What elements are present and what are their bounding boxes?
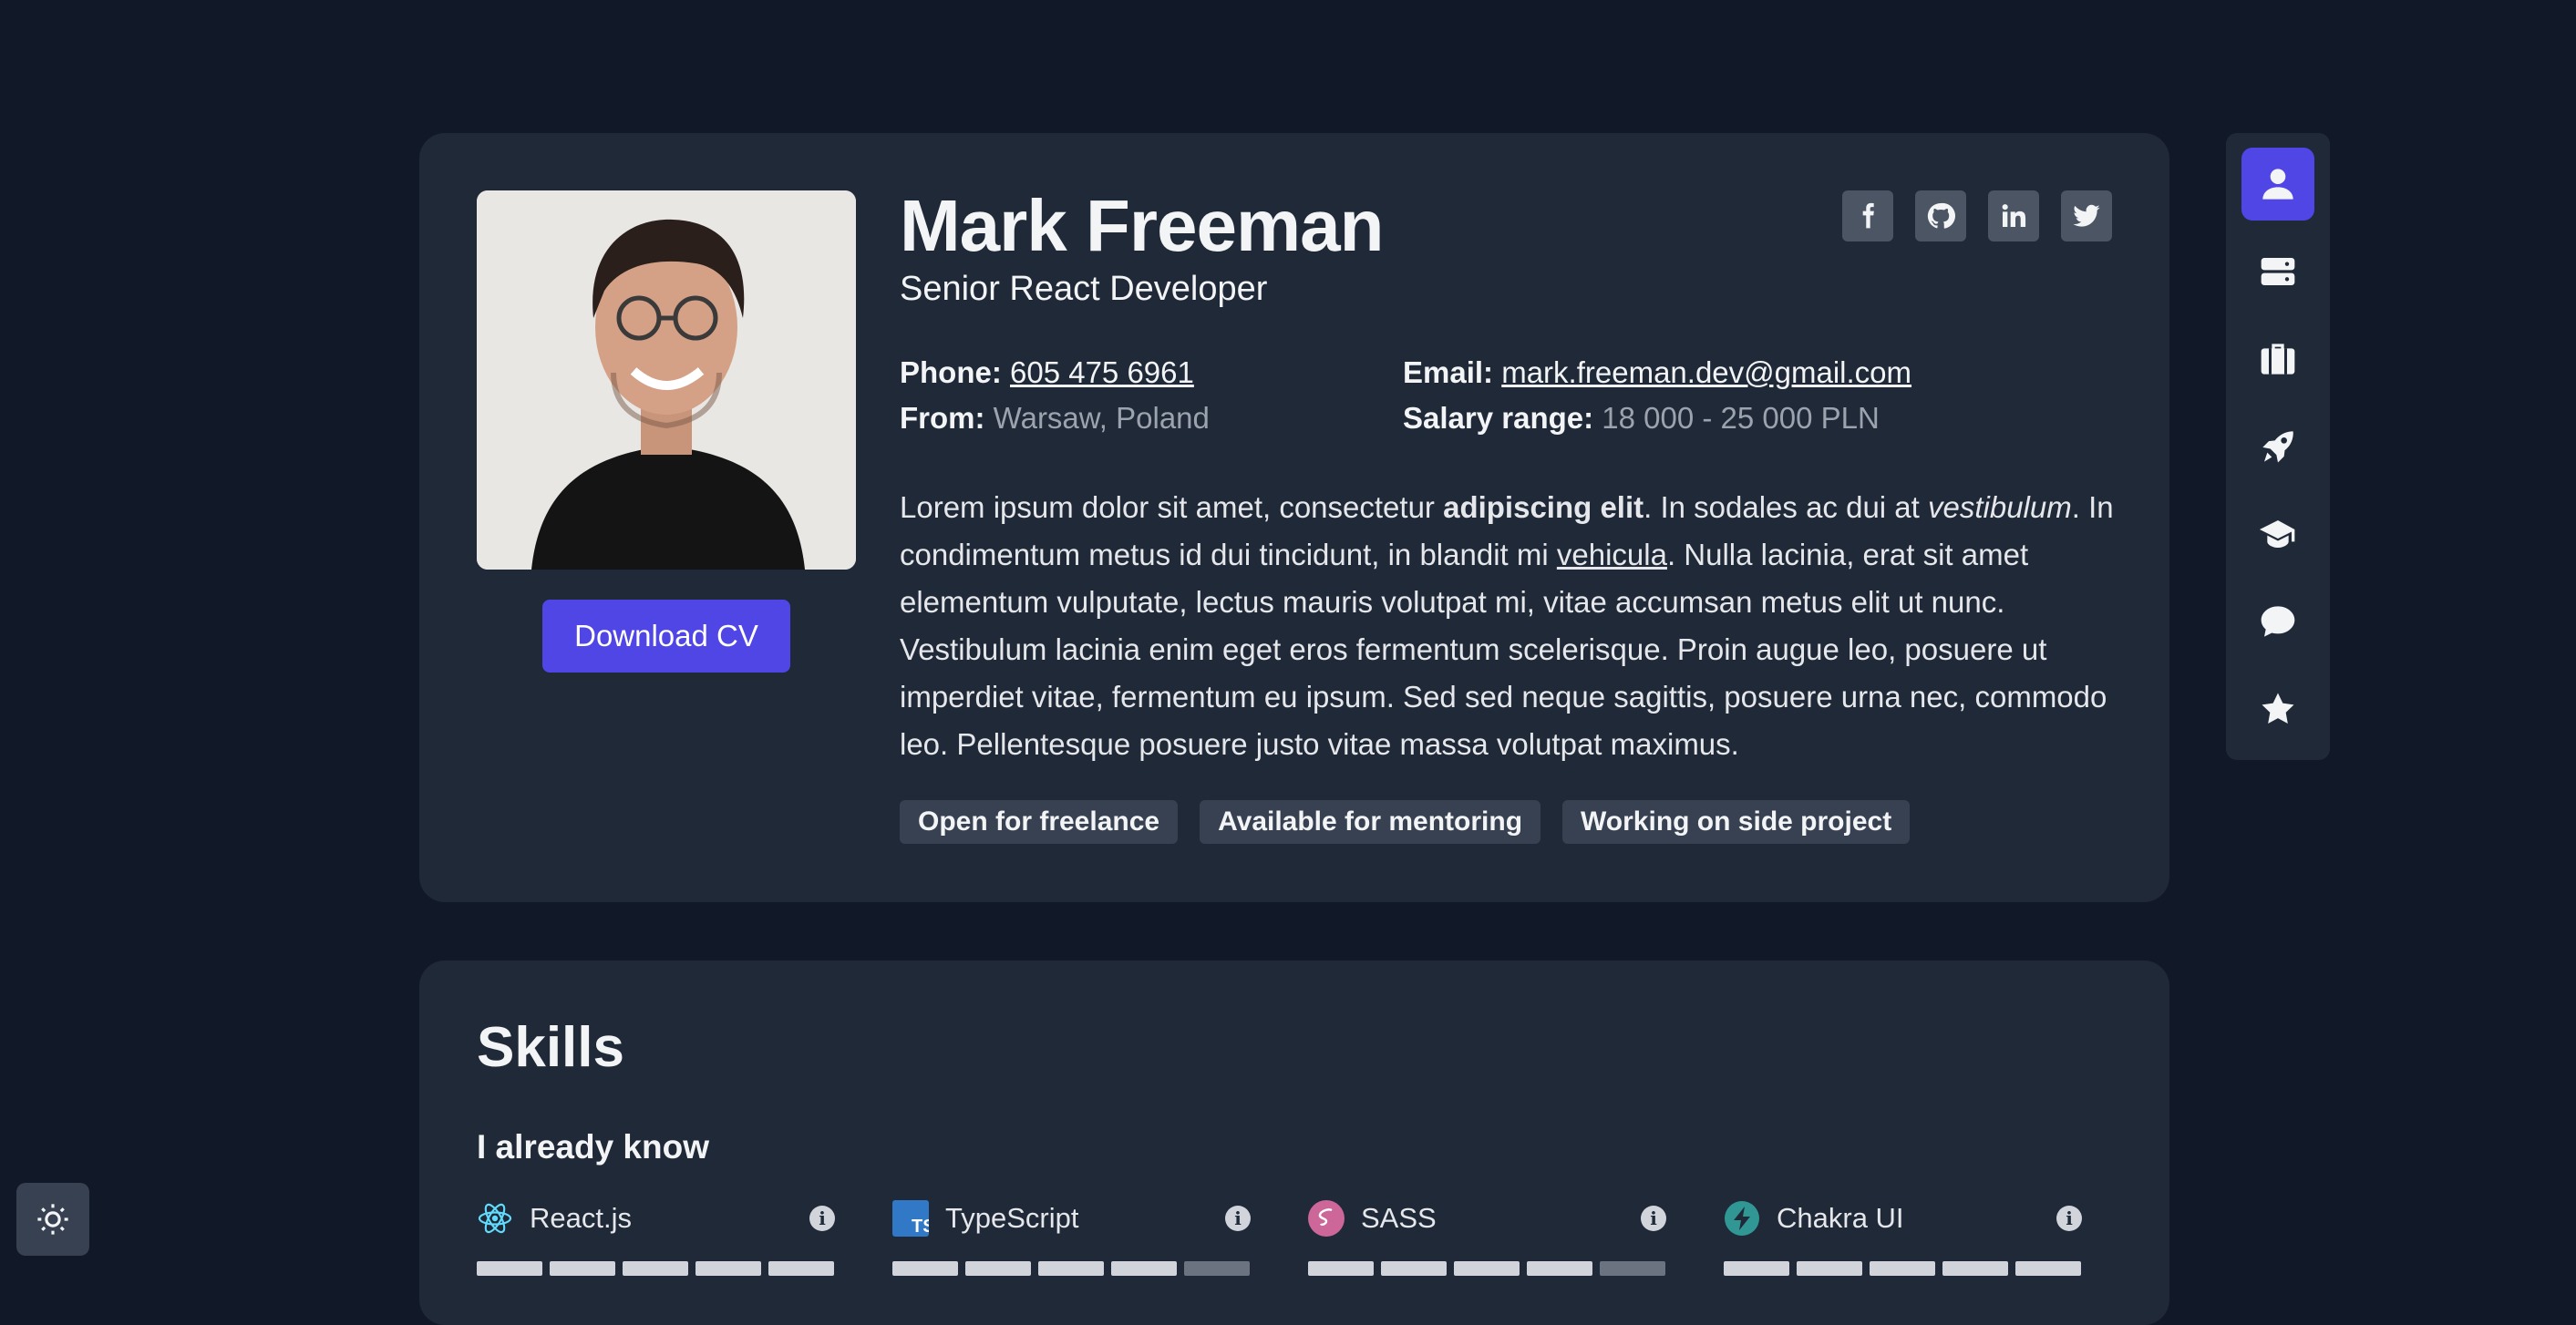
bio-text: Lorem ipsum dolor sit amet, consectetur … bbox=[900, 484, 2121, 768]
profile-name: Mark Freeman bbox=[900, 185, 1384, 266]
skill-level-segment bbox=[1381, 1261, 1447, 1276]
linkedin-icon bbox=[2002, 204, 2026, 227]
tag-side-project: Working on side project bbox=[1562, 800, 1911, 844]
skill-item: Chakra UI i bbox=[1724, 1199, 2082, 1276]
profile-role: Senior React Developer bbox=[900, 270, 1268, 308]
skill-level-segment bbox=[768, 1261, 834, 1276]
skill-level-segment bbox=[623, 1261, 688, 1276]
skill-level-segment bbox=[550, 1261, 615, 1276]
github-icon bbox=[1927, 202, 1955, 229]
nav-projects[interactable] bbox=[2241, 410, 2314, 483]
skill-level-bar bbox=[477, 1261, 835, 1276]
server-icon bbox=[2261, 258, 2295, 285]
from-row: From: Warsaw, Poland bbox=[900, 401, 1210, 436]
email-row: Email: mark.freeman.dev@gmail.com bbox=[1403, 355, 1911, 390]
svg-text:TS: TS bbox=[912, 1217, 929, 1237]
graduation-cap-icon bbox=[2260, 520, 2295, 548]
skill-level-segment bbox=[2015, 1261, 2081, 1276]
email-link[interactable]: mark.freeman.dev@gmail.com bbox=[1501, 355, 1911, 389]
sass-icon bbox=[1308, 1200, 1345, 1237]
sun-icon bbox=[37, 1204, 68, 1235]
facebook-icon bbox=[1862, 202, 1874, 229]
bio-italic: vestibulum bbox=[1928, 490, 2072, 524]
skill-name: React.js bbox=[530, 1202, 632, 1234]
salary-label: Salary range: bbox=[1403, 401, 1594, 435]
skill-level-segment bbox=[1454, 1261, 1520, 1276]
github-link[interactable] bbox=[1915, 190, 1966, 241]
skill-item: SASS i bbox=[1308, 1199, 1666, 1276]
star-icon bbox=[2262, 693, 2294, 724]
skills-title: Skills bbox=[477, 1016, 624, 1079]
social-links bbox=[1842, 190, 2112, 241]
skill-level-segment bbox=[1308, 1261, 1374, 1276]
theme-toggle-button[interactable] bbox=[16, 1183, 89, 1256]
salary-row: Salary range: 18 000 - 25 000 PLN bbox=[1403, 401, 1880, 436]
tag-freelance: Open for freelance bbox=[900, 800, 1179, 844]
skill-level-segment bbox=[696, 1261, 761, 1276]
salary-value: 18 000 - 25 000 PLN bbox=[1602, 401, 1880, 435]
info-icon[interactable]: i bbox=[1225, 1206, 1251, 1231]
comment-icon bbox=[2261, 606, 2295, 637]
skill-level-bar bbox=[1724, 1261, 2082, 1276]
nav-skills[interactable] bbox=[2241, 235, 2314, 308]
skill-name: SASS bbox=[1361, 1202, 1437, 1234]
from-label: From: bbox=[900, 401, 985, 435]
bio-link[interactable]: vehicula bbox=[1557, 538, 1667, 571]
skill-level-segment bbox=[1600, 1261, 1665, 1276]
rocket-icon bbox=[2262, 431, 2293, 463]
skill-level-segment bbox=[1038, 1261, 1104, 1276]
download-cv-button[interactable]: Download CV bbox=[542, 600, 790, 673]
skill-item: TS TypeScript i bbox=[892, 1199, 1251, 1276]
nav-education[interactable] bbox=[2241, 498, 2314, 570]
skills-card: Skills I already know React.js i TS Type… bbox=[419, 960, 2169, 1325]
linkedin-link[interactable] bbox=[1988, 190, 2039, 241]
twitter-link[interactable] bbox=[2061, 190, 2112, 241]
skill-level-bar bbox=[1308, 1261, 1666, 1276]
facebook-link[interactable] bbox=[1842, 190, 1893, 241]
email-label: Email: bbox=[1403, 355, 1494, 389]
phone-link[interactable]: 605 475 6961 bbox=[1010, 355, 1194, 389]
nav-experience[interactable] bbox=[2241, 323, 2314, 395]
skill-item: React.js i bbox=[477, 1199, 835, 1276]
bio-part: Lorem ipsum dolor sit amet, consectetur bbox=[900, 490, 1444, 524]
tag-mentoring: Available for mentoring bbox=[1200, 800, 1541, 844]
status-tags: Open for freelance Available for mentori… bbox=[900, 800, 1911, 844]
from-value: Warsaw, Poland bbox=[993, 401, 1210, 435]
skill-level-segment bbox=[892, 1261, 958, 1276]
phone-label: Phone: bbox=[900, 355, 1002, 389]
info-icon[interactable]: i bbox=[2056, 1206, 2082, 1231]
info-icon[interactable]: i bbox=[809, 1206, 835, 1231]
profile-photo bbox=[477, 190, 856, 570]
skill-level-segment bbox=[1724, 1261, 1789, 1276]
skill-level-segment bbox=[1111, 1261, 1177, 1276]
nav-testimonials[interactable] bbox=[2241, 585, 2314, 658]
skill-level-segment bbox=[1797, 1261, 1862, 1276]
skill-level-bar bbox=[892, 1261, 1251, 1276]
skill-level-segment bbox=[1870, 1261, 1935, 1276]
skills-subtitle: I already know bbox=[477, 1128, 709, 1166]
chakra-icon bbox=[1724, 1200, 1760, 1237]
typescript-icon: TS bbox=[892, 1200, 929, 1237]
bio-bold: adipiscing elit bbox=[1443, 490, 1644, 524]
twitter-icon bbox=[2073, 204, 2100, 227]
skill-name: TypeScript bbox=[945, 1202, 1079, 1234]
skill-level-segment bbox=[1942, 1261, 2008, 1276]
side-navigation bbox=[2226, 133, 2330, 760]
react-icon bbox=[477, 1200, 513, 1237]
nav-about[interactable] bbox=[2241, 148, 2314, 221]
skill-level-segment bbox=[477, 1261, 542, 1276]
nav-hobbies[interactable] bbox=[2241, 673, 2314, 745]
phone-row: Phone: 605 475 6961 bbox=[900, 355, 1194, 390]
skill-level-segment bbox=[965, 1261, 1031, 1276]
bio-part: . In sodales ac dui at bbox=[1643, 490, 1928, 524]
user-icon bbox=[2262, 169, 2293, 200]
skill-level-segment bbox=[1184, 1261, 1250, 1276]
profile-card: Download CV Mark Freeman Senior React De… bbox=[419, 133, 2169, 902]
info-icon[interactable]: i bbox=[1641, 1206, 1666, 1231]
skill-level-segment bbox=[1527, 1261, 1592, 1276]
skill-name: Chakra UI bbox=[1777, 1202, 1904, 1234]
briefcase-icon bbox=[2261, 344, 2295, 375]
